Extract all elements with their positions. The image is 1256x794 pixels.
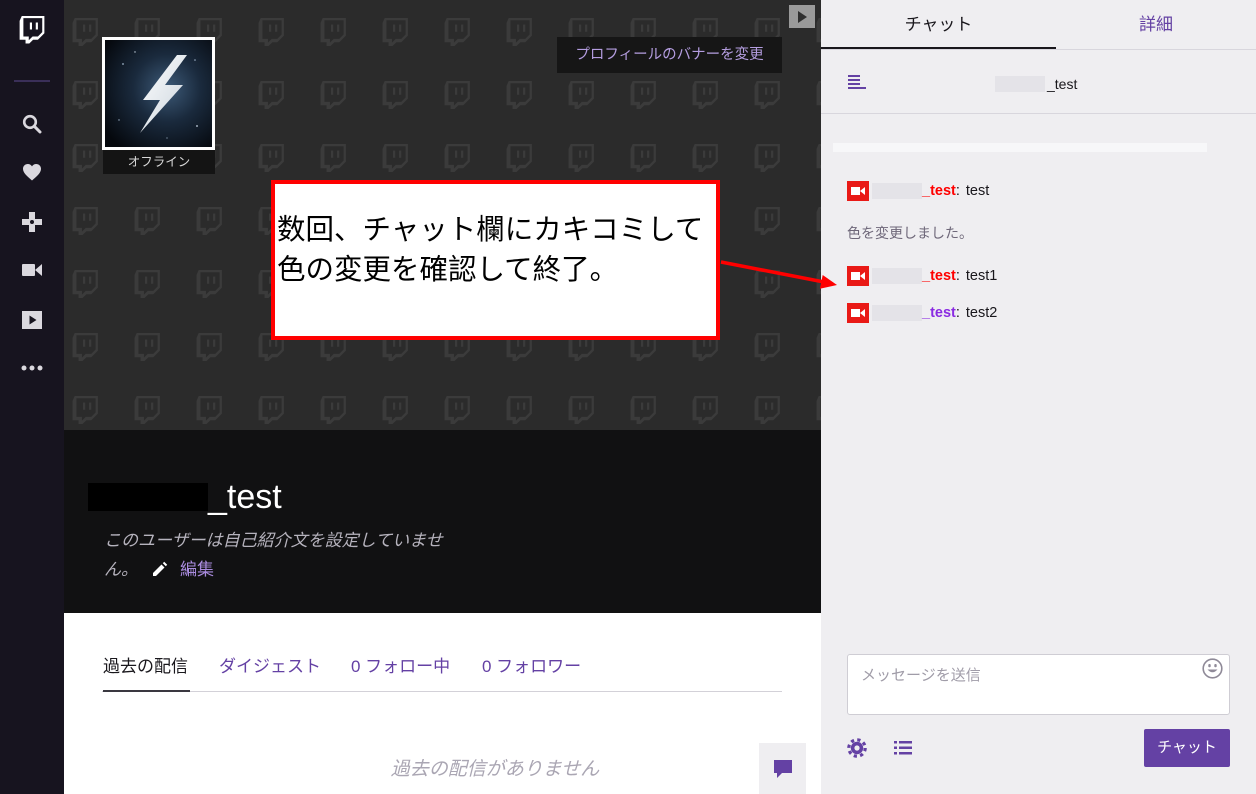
redaction-block (872, 183, 922, 199)
change-banner-button[interactable]: プロフィールのバナーを変更 (557, 37, 782, 73)
chat-header-divider (821, 113, 1256, 114)
open-chat-button[interactable] (759, 743, 806, 794)
smiley-icon (1202, 658, 1223, 679)
viewer-list-button[interactable] (894, 741, 912, 755)
video-camera-icon (22, 264, 42, 276)
tab-followers[interactable]: 0 フォロワー (482, 655, 581, 679)
profile-username: _test (208, 478, 282, 516)
sidebar-item-following[interactable] (20, 160, 44, 184)
profile-bio: このユーザーは自己紹介文を設定していません。 編集 (104, 526, 449, 584)
system-message: 色を変更しました。 (847, 225, 973, 241)
chat-channel-header: _test (995, 75, 1077, 93)
search-icon (22, 114, 42, 134)
pencil-icon[interactable] (152, 557, 168, 576)
chat-separator: : (955, 183, 960, 199)
chat-message-text: test2 (965, 305, 998, 321)
edit-bio-link[interactable]: 編集 (180, 560, 214, 579)
play-icon (22, 311, 42, 329)
redaction-block (88, 483, 208, 511)
more-dots-icon (21, 365, 43, 371)
chat-username[interactable]: _test (922, 268, 956, 284)
tab-past-broadcasts[interactable]: 過去の配信 (103, 655, 188, 679)
sidebar-item-more[interactable] (20, 356, 44, 380)
send-chat-button[interactable]: チャット (1144, 729, 1230, 767)
emoticon-picker-button[interactable] (1202, 658, 1223, 679)
sidebar-divider (14, 80, 50, 82)
chat-username[interactable]: _test (922, 305, 956, 321)
chat-username[interactable]: _test (922, 183, 956, 199)
redaction-block (995, 76, 1045, 92)
redacted-chat-line (833, 143, 1207, 152)
tab-divider (102, 691, 782, 692)
bullet-list-icon (894, 741, 912, 755)
play-triangle-icon (798, 10, 807, 23)
annotation-line: 数回、チャット欄にカキコミして (277, 214, 704, 246)
offline-status-label: オフライン (103, 150, 215, 174)
chat-message: _test : test2 (847, 302, 997, 324)
twitch-logo-button[interactable] (19, 16, 45, 44)
username-row: _test (88, 478, 282, 516)
chat-menu-button[interactable] (848, 75, 866, 89)
chat-channel-name: _test (1047, 76, 1078, 92)
tab-highlights[interactable]: ダイジェスト (219, 655, 321, 679)
channel-main: オフライン プロフィールのバナーを変更 _test このユーザーは自己紹介文を設… (64, 0, 821, 794)
chat-panel: チャット 詳細 _test _test : test 色を変更しました。 _te… (821, 0, 1256, 794)
tab-chat[interactable]: チャット (821, 0, 1056, 49)
heart-icon (23, 164, 41, 181)
collapse-button[interactable] (789, 5, 815, 28)
chat-message-text: test1 (965, 268, 998, 284)
redaction-block (872, 305, 922, 321)
tab-following[interactable]: 0 フォロー中 (351, 655, 450, 679)
sidebar-item-channels[interactable] (20, 258, 44, 282)
chat-message-input[interactable] (848, 655, 1229, 714)
gear-icon (847, 738, 867, 758)
chat-separator: : (955, 268, 960, 284)
profile-content: 過去の配信 ダイジェスト 0 フォロー中 0 フォロワー 過去の配信がありません (64, 613, 821, 794)
lightning-avatar-image (105, 40, 212, 147)
chat-input-box (847, 654, 1230, 715)
chat-settings-button[interactable] (847, 738, 867, 758)
chat-bubble-icon (773, 759, 792, 778)
redaction-block (872, 268, 922, 284)
sidebar-item-browse[interactable] (20, 210, 44, 234)
chat-message-text: test (965, 183, 990, 199)
chat-tabbar-divider (821, 49, 1256, 50)
twitch-glitch-icon (19, 16, 45, 44)
broadcaster-badge-icon[interactable] (847, 303, 869, 323)
left-sidebar (0, 0, 64, 794)
broadcaster-badge-icon[interactable] (847, 266, 869, 286)
sidebar-item-search[interactable] (20, 112, 44, 136)
text-lines-icon (848, 75, 866, 89)
empty-state-message: 過去の配信がありません (390, 759, 600, 780)
annotation-line: 色の変更を確認して終了。 (277, 254, 619, 286)
gamepad-icon (22, 212, 42, 232)
profile-info: _test このユーザーは自己紹介文を設定していません。 編集 (64, 430, 821, 613)
sidebar-item-videos[interactable] (20, 308, 44, 332)
annotation-callout: 数回、チャット欄にカキコミして 色の変更を確認して終了。 (271, 180, 720, 340)
chat-message: _test : test (847, 180, 989, 202)
chat-separator: : (955, 305, 960, 321)
profile-avatar[interactable] (102, 37, 215, 150)
broadcaster-badge-icon[interactable] (847, 181, 869, 201)
chat-message: _test : test1 (847, 265, 997, 287)
active-tab-indicator (103, 690, 190, 692)
tab-details[interactable]: 詳細 (1056, 0, 1256, 49)
